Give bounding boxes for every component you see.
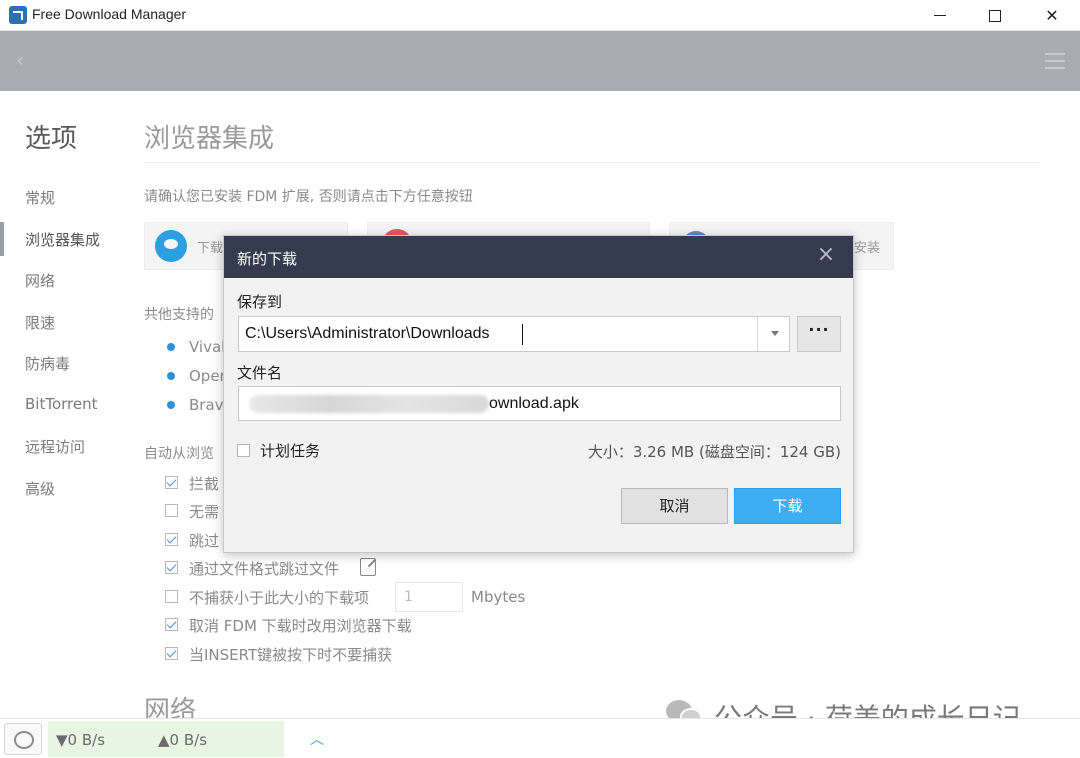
download-button[interactable]: 下载: [734, 488, 841, 524]
nav-active-indicator: [0, 222, 4, 256]
bullet-icon: [167, 372, 175, 380]
edit-icon[interactable]: [360, 558, 376, 576]
nav-item-general[interactable]: 常规: [25, 187, 55, 208]
text-caret: [522, 324, 523, 345]
option-label: 跳过: [189, 532, 220, 550]
nav-item-browser-integration[interactable]: 浏览器集成: [25, 229, 100, 250]
filename-input[interactable]: ownload.apk: [238, 386, 841, 421]
option-label: 取消 FDM 下载时改用浏览器下载: [189, 617, 412, 635]
bullet-icon: [167, 343, 175, 351]
nav-item-speed-limit[interactable]: 限速: [25, 312, 55, 333]
window-title: Free Download Manager: [32, 6, 187, 22]
intro-text: 请确认您已安装 FDM 扩展, 否则请点击下方任意按钮: [144, 189, 473, 205]
filename-label: 文件名: [237, 364, 283, 382]
dropdown-arrow-icon[interactable]: [771, 331, 779, 336]
upload-speed: ▲0 B/s: [158, 731, 208, 749]
auto-capture-label: 自动从浏览: [144, 446, 214, 462]
blurred-filename: [249, 395, 489, 413]
section-divider: [144, 162, 1040, 163]
option-checkbox-intercept[interactable]: [165, 476, 178, 489]
section-title: 浏览器集成: [144, 124, 275, 154]
dialog-close-icon[interactable]: ×: [814, 244, 838, 268]
close-window-button[interactable]: ✕: [1024, 0, 1080, 31]
option-label: 无需: [189, 503, 220, 521]
option-checkbox-min-size[interactable]: [165, 590, 178, 603]
menu-icon[interactable]: [1045, 53, 1065, 69]
browser-opera: Oper: [189, 367, 226, 385]
option-label: 当INSERT键被按下时不要捕获: [189, 646, 393, 664]
dialog-header: 新的下载 ×: [224, 236, 853, 278]
fdm-app-icon: [9, 6, 27, 24]
option-checkbox-fallback-browser[interactable]: [165, 618, 178, 631]
speed-panel: ▼0 B/s ▲0 B/s ︿: [48, 721, 324, 757]
options-title: 选项: [25, 124, 78, 154]
edge-button-label: 下载: [197, 241, 224, 256]
maximize-button[interactable]: [967, 0, 1023, 31]
min-size-unit: Mbytes: [471, 588, 526, 606]
option-checkbox-skip[interactable]: [165, 533, 178, 546]
save-to-label: 保存到: [237, 293, 283, 311]
filename-value: ownload.apk: [489, 395, 579, 412]
new-download-dialog: 新的下载 × 保存到 C:\Users\Administrator\Downlo…: [223, 235, 854, 553]
back-arrow-icon[interactable]: ‹: [16, 50, 28, 70]
other-supported-label: 共他支持的: [144, 307, 214, 323]
edge-logo-icon: [155, 230, 187, 262]
min-size-input[interactable]: 1: [395, 582, 463, 612]
save-path-combobox[interactable]: C:\Users\Administrator\Downloads: [238, 316, 790, 352]
size-info: 大小：3.26 MB (磁盘空间：124 GB): [587, 443, 841, 461]
schedule-label[interactable]: 计划任务: [260, 440, 320, 461]
minimize-icon: [934, 15, 946, 16]
minimize-button[interactable]: [912, 0, 968, 31]
download-speed: ▼0 B/s: [56, 731, 106, 749]
save-path-value: C:\Users\Administrator\Downloads: [245, 325, 490, 342]
maximize-icon: [989, 9, 1001, 22]
status-bar: ▼0 B/s ▲0 B/s ︿: [0, 718, 1080, 758]
option-label: 拦截: [189, 475, 220, 493]
close-icon: ✕: [1045, 6, 1059, 25]
toolbar-header: ‹: [0, 31, 1080, 91]
title-bar: Free Download Manager ✕: [0, 0, 1080, 31]
schedule-checkbox[interactable]: [237, 444, 250, 457]
browse-folder-button[interactable]: ···: [797, 316, 841, 352]
chevron-up-icon[interactable]: ︿: [310, 729, 324, 749]
browser-vivaldi: Vival: [189, 338, 226, 356]
cancel-button[interactable]: 取消: [621, 488, 728, 524]
option-label: 不捕获小于此大小的下载项: [189, 589, 370, 607]
nav-item-network[interactable]: 网络: [25, 270, 55, 291]
firefox-button-label: 安装: [854, 241, 881, 256]
nav-item-bittorrent[interactable]: BitTorrent: [25, 395, 98, 413]
snail-speed-mode-icon[interactable]: [4, 723, 42, 755]
option-checkbox-insert-key[interactable]: [165, 647, 178, 660]
option-label: 通过文件格式跳过文件: [189, 560, 340, 578]
dialog-title: 新的下载: [237, 250, 298, 268]
nav-item-antivirus[interactable]: 防病毒: [25, 353, 70, 374]
nav-item-remote-access[interactable]: 远程访问: [25, 436, 85, 457]
option-checkbox-no-need[interactable]: [165, 504, 178, 517]
option-checkbox-skip-by-type[interactable]: [165, 561, 178, 574]
nav-item-advanced[interactable]: 高级: [25, 478, 55, 499]
bullet-icon: [167, 401, 175, 409]
